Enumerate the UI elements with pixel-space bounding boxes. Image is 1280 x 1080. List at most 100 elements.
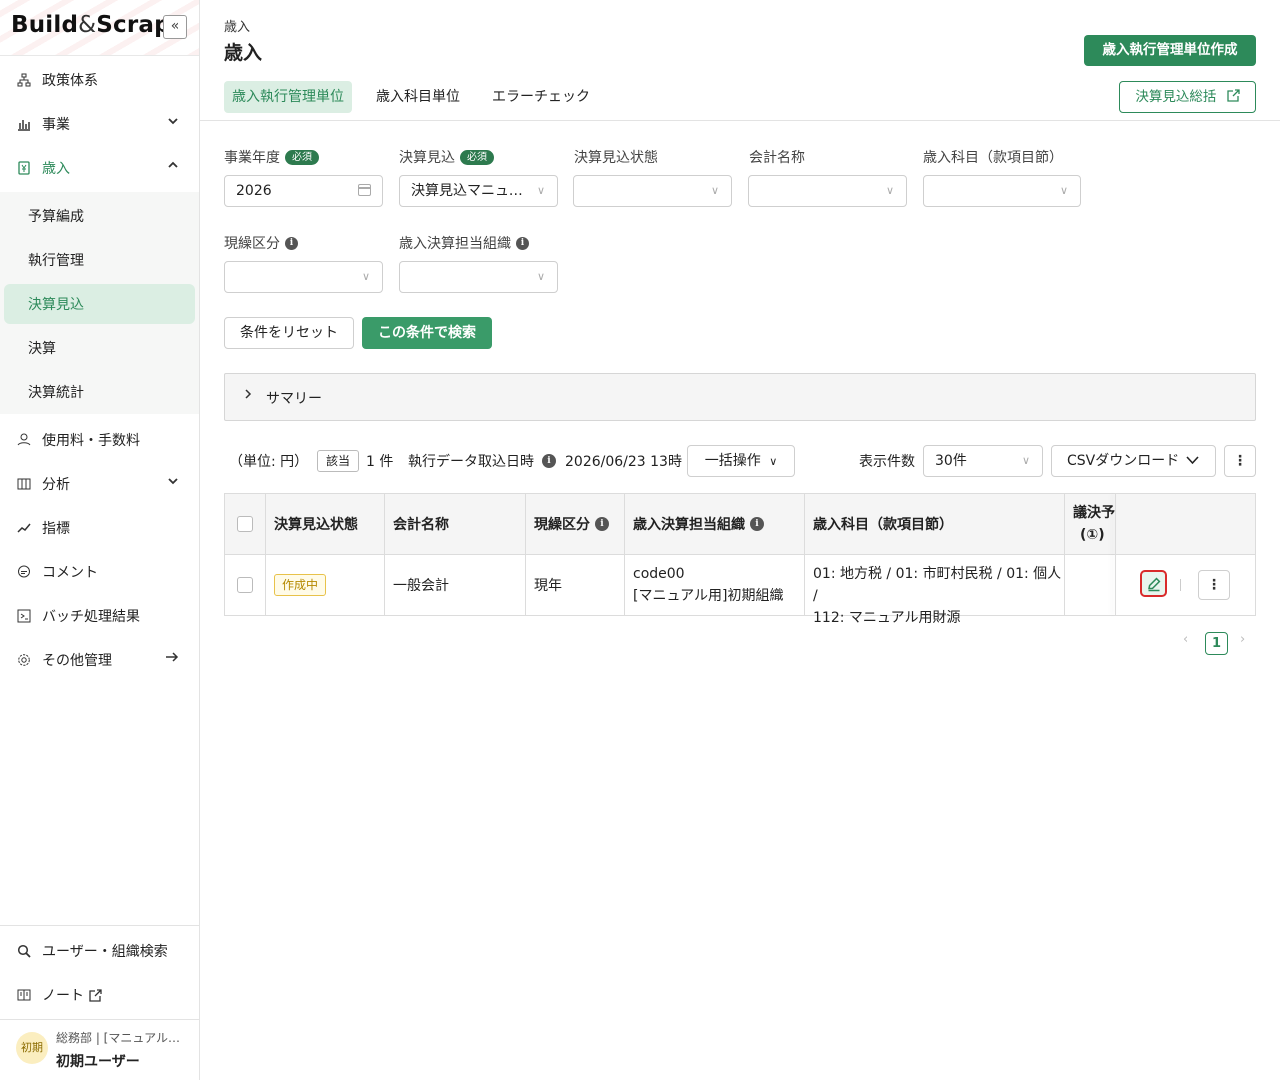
current-carry-label-text: 現繰区分 bbox=[224, 236, 280, 252]
row-checkbox-cell bbox=[225, 555, 266, 615]
import-time: 執行データ取込日時 i 2026/06/23 13時 bbox=[408, 446, 682, 476]
batch-icon bbox=[16, 608, 32, 624]
result-count: 該当 1 件 bbox=[317, 446, 393, 476]
revenue-item-select[interactable]: ∨ bbox=[923, 175, 1081, 207]
sidebar-item-policy[interactable]: 政策体系 bbox=[0, 58, 199, 102]
bulk-action-label: 一括操作 bbox=[704, 453, 761, 469]
sidebar-item-batch[interactable]: バッチ処理結果 bbox=[0, 594, 199, 638]
arrow-right-icon[interactable] bbox=[165, 651, 179, 666]
sidebar-subitem-estimate[interactable]: 決算見込 bbox=[4, 284, 195, 324]
sidebar-item-label: コメント bbox=[42, 565, 98, 581]
revenue-icon bbox=[16, 160, 32, 176]
sidebar-item-other-admin[interactable]: その他管理 bbox=[0, 638, 199, 682]
col-header-account[interactable]: 会計名称 bbox=[385, 494, 526, 555]
status-badge: 作成中 bbox=[274, 574, 327, 596]
tab-execution-unit[interactable]: 歳入執行管理単位 bbox=[224, 81, 352, 113]
estimate-summary-button[interactable]: 決算見込総括 bbox=[1119, 81, 1256, 113]
collapse-sidebar-button[interactable]: « bbox=[163, 15, 187, 39]
sidebar-item-comments[interactable]: コメント bbox=[0, 550, 199, 594]
sidebar-item-fees[interactable]: 使用料・手数料 bbox=[0, 418, 199, 462]
chevron-down-icon: ∨ bbox=[1059, 184, 1068, 197]
row-checkbox[interactable] bbox=[237, 577, 253, 593]
fiscal-year-value: 2026 bbox=[236, 183, 272, 199]
org-label-text: 歳入決算担当組織 bbox=[399, 236, 511, 252]
chevron-down-icon: ∨ bbox=[536, 270, 545, 283]
sidebar-item-label: ユーザー・組織検索 bbox=[42, 944, 168, 960]
next-page-button[interactable]: › bbox=[1240, 632, 1245, 647]
col-header-resolution[interactable]: 議決予 (①) bbox=[1065, 494, 1116, 555]
sidebar-item-analysis[interactable]: 分析 bbox=[0, 462, 199, 506]
chevron-down-icon[interactable] bbox=[167, 475, 179, 490]
page-title: 歳入 bbox=[224, 42, 263, 64]
sticky-column-edge bbox=[1115, 494, 1116, 615]
col-header-revenue-item[interactable]: 歳入科目（款項目節） bbox=[805, 494, 1065, 555]
sidebar-subitem-budget[interactable]: 予算編成 bbox=[0, 196, 199, 236]
revenue-item-cell-text: 01: 地方税 / 01: 市町村民税 / 01: 個人 / 112: マニュア… bbox=[813, 555, 1064, 629]
header-checkbox-cell bbox=[225, 494, 266, 555]
kebab-icon: ⋮ bbox=[1233, 453, 1247, 469]
trend-icon bbox=[16, 520, 32, 536]
prev-page-button[interactable]: ‹ bbox=[1183, 632, 1188, 647]
pencil-icon bbox=[1146, 576, 1162, 592]
fiscal-year-field[interactable]: 2026 bbox=[224, 175, 383, 207]
create-unit-button[interactable]: 歳入執行管理単位作成 bbox=[1084, 35, 1256, 66]
sidebar-item-label: バッチ処理結果 bbox=[42, 609, 140, 625]
brand-logo[interactable]: Build&Scrap bbox=[11, 12, 171, 38]
sidebar-item-user-search[interactable]: ユーザー・組織検索 bbox=[0, 929, 199, 973]
breadcrumb[interactable]: 歳入 bbox=[224, 16, 250, 35]
current-carry-select[interactable]: ∨ bbox=[224, 261, 383, 293]
info-icon[interactable]: i bbox=[542, 454, 556, 468]
edit-row-button[interactable] bbox=[1140, 570, 1167, 597]
org-select[interactable]: ∨ bbox=[399, 261, 558, 293]
display-count-value: 30件 bbox=[935, 453, 967, 469]
tab-revenue-item[interactable]: 歳入科目単位 bbox=[368, 81, 468, 113]
bulk-action-button[interactable]: 一括操作 ∨ bbox=[687, 445, 795, 477]
sidebar-item-revenue[interactable]: 歳入 bbox=[0, 146, 199, 190]
double-chevron-left-icon: « bbox=[170, 18, 180, 34]
chevron-down-icon[interactable] bbox=[167, 115, 179, 130]
table-cell-carry: 現年 bbox=[526, 555, 625, 615]
org-code: code00 bbox=[633, 566, 685, 582]
estimate-select[interactable]: 決算見込マニュアル用 ∨ bbox=[399, 175, 558, 207]
sidebar-subitem-settlement[interactable]: 決算 bbox=[0, 328, 199, 368]
col-header-carry[interactable]: 現繰区分 i bbox=[526, 494, 625, 555]
col-header-org[interactable]: 歳入決算担当組織 i bbox=[625, 494, 805, 555]
info-icon[interactable]: i bbox=[750, 517, 764, 531]
tab-error-check[interactable]: エラーチェック bbox=[484, 81, 598, 113]
chevron-down-icon: ∨ bbox=[710, 184, 719, 197]
sidebar-item-projects[interactable]: 事業 bbox=[0, 102, 199, 146]
row-more-button[interactable]: ⋮ bbox=[1198, 570, 1230, 600]
analysis-icon bbox=[16, 476, 32, 492]
reset-filters-button[interactable]: 条件をリセット bbox=[224, 317, 354, 349]
user-profile[interactable]: 初期 総務部 | [マニュアル用]初期組織 初期ユーザー bbox=[0, 1020, 199, 1080]
estimate-summary-label: 決算見込総括 bbox=[1135, 89, 1217, 105]
display-count-select[interactable]: 30件 ∨ bbox=[923, 445, 1043, 477]
revenue-item-source: 112: マニュアル用財源 bbox=[813, 610, 961, 626]
chevron-down-icon bbox=[1186, 446, 1199, 476]
search-button[interactable]: この条件で検索 bbox=[362, 317, 492, 349]
info-icon[interactable]: i bbox=[285, 236, 298, 250]
sidebar-item-indicators[interactable]: 指標 bbox=[0, 506, 199, 550]
more-options-button[interactable]: ⋮ bbox=[1224, 445, 1256, 477]
sidebar-item-notes[interactable]: ノート bbox=[0, 973, 199, 1017]
chevron-up-icon[interactable] bbox=[167, 159, 179, 174]
account-name-select[interactable]: ∨ bbox=[748, 175, 907, 207]
chevron-down-icon: ∨ bbox=[885, 184, 894, 197]
col-header-status[interactable]: 決算見込状態 bbox=[266, 494, 385, 555]
summary-accordion[interactable]: サマリー bbox=[224, 373, 1256, 421]
sidebar-subitem-statistics[interactable]: 決算統計 bbox=[0, 372, 199, 412]
estimate-status-select[interactable]: ∨ bbox=[573, 175, 732, 207]
sidebar-subitem-execution[interactable]: 執行管理 bbox=[0, 240, 199, 280]
org-name: [マニュアル用]初期組織 bbox=[633, 588, 784, 604]
current-carry-label: 現繰区分 i bbox=[224, 233, 298, 253]
import-time-value: 2026/06/23 13時 bbox=[565, 454, 682, 470]
avatar: 初期 bbox=[16, 1032, 48, 1064]
hierarchy-icon bbox=[16, 72, 32, 88]
info-icon[interactable]: i bbox=[595, 517, 609, 531]
sidebar-item-label: ノート bbox=[42, 988, 84, 1004]
org-label: 歳入決算担当組織 i bbox=[399, 233, 529, 253]
select-all-checkbox[interactable] bbox=[237, 516, 253, 532]
page-number-current[interactable]: 1 bbox=[1205, 632, 1228, 655]
csv-download-button[interactable]: CSVダウンロード bbox=[1051, 445, 1216, 477]
info-icon[interactable]: i bbox=[516, 236, 529, 250]
